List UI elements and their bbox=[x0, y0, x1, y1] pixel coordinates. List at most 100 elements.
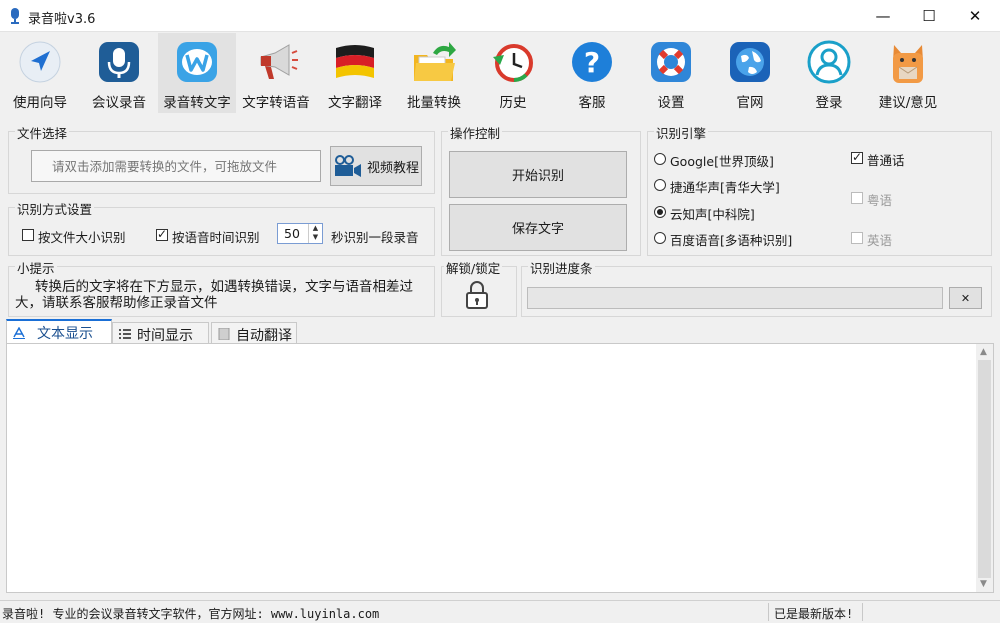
lock-group: 解锁/锁定 bbox=[441, 258, 517, 317]
main-toolbar: 使用向导 会议录音 录音转文字 文字转语音 文字翻译 批量转换 历史 ? 客服 … bbox=[0, 33, 1000, 115]
minimize-button[interactable]: — bbox=[860, 0, 906, 32]
toolbar-guide-button[interactable]: 使用向导 bbox=[1, 33, 79, 113]
minimize-icon: — bbox=[875, 7, 891, 25]
stepper-down-icon[interactable]: ▼ bbox=[309, 233, 322, 242]
seconds-stepper[interactable]: 50 ▲ ▼ bbox=[277, 223, 323, 244]
tab-label: 时间显示 bbox=[137, 328, 193, 344]
megaphone-icon bbox=[260, 44, 298, 79]
german-flag-icon bbox=[336, 45, 374, 78]
document-icon bbox=[218, 328, 230, 340]
status-text-left: 录音啦! 专业的会议录音转文字软件，官方网址: www.luyinla.com bbox=[2, 607, 380, 621]
tab-label: 自动翻译 bbox=[236, 328, 292, 344]
group-title: 识别方式设置 bbox=[15, 199, 95, 218]
maximize-button[interactable]: ☐ bbox=[906, 0, 952, 32]
toolbar-label: 使用向导 bbox=[13, 95, 67, 111]
file-select-group: 文件选择 视频教程 bbox=[8, 123, 435, 194]
video-tutorial-label: 视频教程 bbox=[366, 160, 419, 176]
by-time-checkbox[interactable] bbox=[156, 227, 168, 241]
toolbar-login-button[interactable]: 登录 bbox=[790, 33, 868, 113]
toolbar-label: 批量转换 bbox=[407, 95, 461, 111]
engine-jietong-radio[interactable] bbox=[654, 179, 666, 191]
toolbar-batch-convert-button[interactable]: 批量转换 bbox=[395, 33, 473, 113]
seconds-suffix-label: 秒识别一段录音 bbox=[331, 230, 419, 245]
video-camera-icon bbox=[334, 155, 361, 177]
engine-google-label: Google[世界顶级] bbox=[670, 154, 774, 169]
engine-baidu-radio[interactable] bbox=[654, 232, 666, 244]
toolbar-translate-button[interactable]: 文字翻译 bbox=[316, 33, 394, 113]
result-text-area[interactable]: ▲ ▼ bbox=[6, 343, 994, 593]
toolbar-label: 设置 bbox=[657, 95, 685, 111]
status-divider bbox=[768, 603, 769, 621]
scroll-up-icon[interactable]: ▲ bbox=[980, 347, 987, 357]
video-tutorial-button[interactable]: 视频教程 bbox=[330, 146, 422, 186]
save-text-button[interactable]: 保存文字 bbox=[449, 204, 627, 251]
tab-text-display[interactable]: 文本显示 bbox=[6, 319, 112, 344]
by-time-label: 按语音时间识别 bbox=[172, 230, 260, 245]
group-title: 小提示 bbox=[15, 258, 57, 277]
stepper-up-icon[interactable]: ▲ bbox=[309, 224, 322, 233]
toolbar-support-button[interactable]: ? 客服 bbox=[553, 33, 631, 113]
tab-time-display[interactable]: 时间显示 bbox=[112, 322, 209, 344]
cat-mailbox-icon bbox=[893, 45, 923, 83]
status-text-right: 已是最新版本! bbox=[774, 607, 854, 621]
scrollbar-thumb[interactable] bbox=[978, 360, 991, 578]
close-button[interactable]: ✕ bbox=[952, 0, 998, 32]
microphone-icon bbox=[99, 42, 139, 82]
toolbar-feedback-button[interactable]: 建议/意见 bbox=[869, 33, 947, 113]
toolbar-label: 客服 bbox=[578, 95, 606, 111]
toolbar-settings-button[interactable]: 设置 bbox=[632, 33, 710, 113]
navigation-arrow-icon bbox=[19, 41, 61, 83]
group-title: 操作控制 bbox=[448, 123, 503, 142]
save-label: 保存文字 bbox=[511, 222, 564, 237]
by-size-checkbox[interactable] bbox=[22, 229, 34, 241]
file-path-input[interactable] bbox=[31, 150, 321, 182]
vertical-scrollbar[interactable]: ▲ ▼ bbox=[976, 344, 993, 592]
group-title: 识别进度条 bbox=[528, 258, 595, 277]
clear-icon: ✕ bbox=[960, 291, 971, 305]
engine-baidu-label: 百度语音[多语种识别] bbox=[670, 233, 793, 248]
globe-icon bbox=[730, 42, 770, 82]
toolbar-label: 建议/意见 bbox=[878, 95, 938, 111]
group-title: 解锁/锁定 bbox=[444, 258, 503, 277]
engine-google-radio[interactable] bbox=[654, 153, 666, 165]
toolbar-label: 官网 bbox=[736, 95, 764, 111]
toolbar-text-to-speech-button[interactable]: 文字转语音 bbox=[237, 33, 315, 113]
question-icon: ? bbox=[572, 42, 612, 82]
cantonese-checkbox bbox=[851, 192, 863, 204]
list-icon bbox=[119, 329, 131, 339]
scroll-down-icon[interactable]: ▼ bbox=[980, 579, 987, 589]
group-title: 文件选择 bbox=[15, 123, 70, 142]
operation-control-group: 操作控制 开始识别 保存文字 bbox=[441, 123, 641, 256]
toolbar-website-button[interactable]: 官网 bbox=[711, 33, 789, 113]
app-icon bbox=[11, 8, 19, 24]
start-label: 开始识别 bbox=[511, 169, 564, 184]
by-size-label: 按文件大小识别 bbox=[38, 230, 126, 245]
recognition-engine-group: 识别引擎 Google[世界顶级] 捷通华声[青华大学] 云知声[中科院] 百度… bbox=[647, 123, 992, 256]
english-checkbox bbox=[851, 232, 863, 244]
start-recognition-button[interactable]: 开始识别 bbox=[449, 151, 627, 198]
seconds-value: 50 bbox=[284, 226, 300, 241]
toolbar-history-button[interactable]: 历史 bbox=[474, 33, 552, 113]
svg-text:?: ? bbox=[584, 46, 600, 79]
tips-text: 转换后的文字将在下方显示，如遇转换错误，文字与语音相差过大，请联系客服帮助修正录… bbox=[15, 279, 413, 311]
mandarin-checkbox[interactable] bbox=[851, 150, 863, 164]
w-logo-icon bbox=[177, 42, 217, 82]
progress-bar bbox=[527, 287, 943, 309]
recognition-mode-group: 识别方式设置 按文件大小识别 按语音时间识别 50 ▲▼ 秒识别一段录音 bbox=[8, 199, 435, 256]
toolbar-label: 文字转语音 bbox=[242, 95, 310, 111]
folder-arrow-icon bbox=[414, 42, 456, 81]
engine-yunzhisheng-radio[interactable] bbox=[654, 206, 666, 218]
status-bar: 录音啦! 专业的会议录音转文字软件，官方网址: www.luyinla.com … bbox=[0, 600, 1000, 623]
user-icon bbox=[807, 40, 851, 84]
clear-progress-button[interactable]: ✕ bbox=[949, 287, 982, 309]
tab-label: 文本显示 bbox=[37, 326, 93, 342]
toolbar-record-to-text-button[interactable]: 录音转文字 bbox=[158, 33, 236, 113]
toolbar-label: 登录 bbox=[815, 95, 843, 111]
engine-jietong-label: 捷通华声[青华大学] bbox=[670, 180, 780, 195]
text-a-icon bbox=[13, 327, 25, 339]
toolbar-label: 录音转文字 bbox=[163, 95, 231, 111]
status-divider bbox=[862, 603, 863, 621]
toolbar-meeting-record-button[interactable]: 会议录音 bbox=[80, 33, 158, 113]
tab-auto-translate[interactable]: 自动翻译 bbox=[211, 322, 297, 344]
padlock-icon[interactable] bbox=[465, 280, 489, 310]
